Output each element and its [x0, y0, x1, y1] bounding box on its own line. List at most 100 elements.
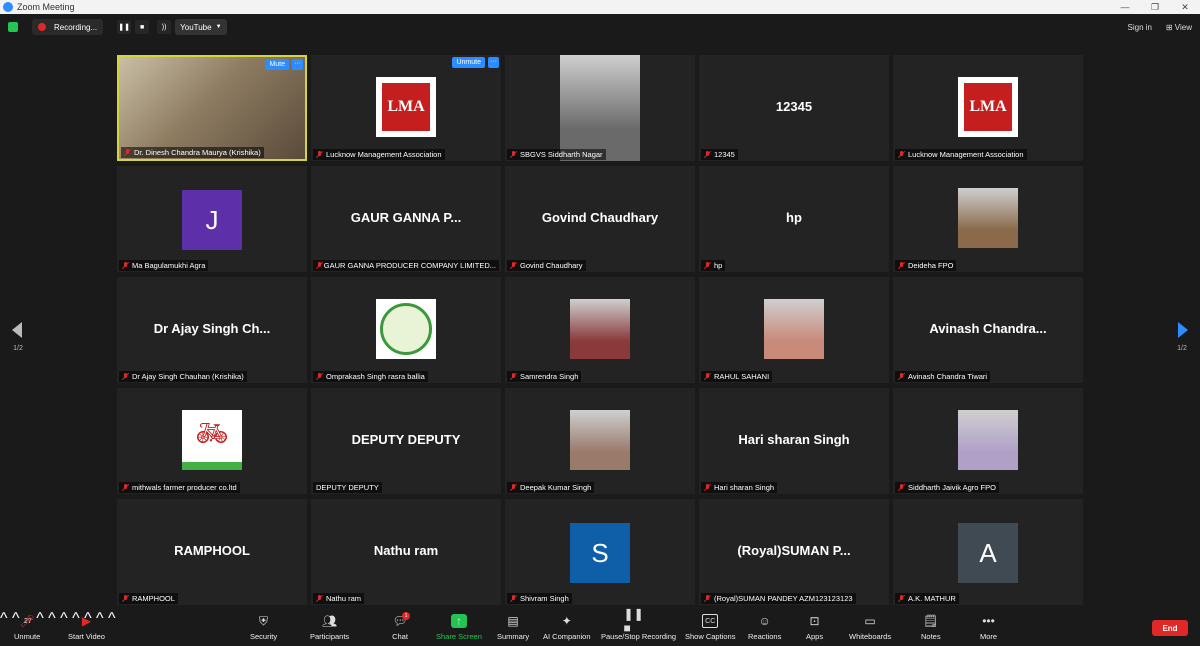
participant-tile[interactable]: LMA Lucknow Management Association	[893, 55, 1083, 161]
participant-tile[interactable]: Siddharth Jaivik Agro FPO	[893, 388, 1083, 494]
minimize-icon[interactable]: —	[1110, 0, 1140, 14]
maximize-icon[interactable]: ❐	[1140, 0, 1170, 14]
apps-button[interactable]: ⊡ Apps	[806, 614, 823, 644]
participant-tile[interactable]: Hari sharan Singh Hari sharan Singh	[699, 388, 889, 494]
participant-tile[interactable]: Deideha FPO	[893, 166, 1083, 272]
participant-name: Shivram Singh	[520, 594, 569, 603]
participant-tile[interactable]: Govind Chaudhary Govind Chaudhary	[505, 166, 695, 272]
participant-more-icon[interactable]: ···	[488, 57, 499, 68]
participant-name-label: 12345	[701, 149, 738, 160]
sign-in-link[interactable]: Sign in	[1128, 23, 1152, 32]
microphone-muted-icon: 🎤︎	[19, 614, 35, 628]
participant-tile[interactable]: RAHUL SAHANI	[699, 277, 889, 383]
chat-chevron-icon[interactable]: ^	[48, 610, 56, 627]
participant-tile[interactable]: 🚲︎ mithwals farmer producer co.ltd	[117, 388, 307, 494]
participant-tile[interactable]: hp hp	[699, 166, 889, 272]
livestream-icon[interactable]: ))	[157, 20, 172, 34]
video-gallery-grid: Mute ··· Dr. Dinesh Chandra Maurya (Krishi…	[117, 55, 1083, 605]
participant-name: Hari sharan Singh	[714, 483, 775, 492]
participant-tile[interactable]: RAMPHOOL RAMPHOOL	[117, 499, 307, 605]
participant-name-label: Shivram Singh	[507, 593, 572, 604]
participant-tile[interactable]: Dr Ajay Singh Ch... Dr Ajay Singh Chauhan…	[117, 277, 307, 383]
participant-tile[interactable]: SBGVS Siddharth Nagar	[505, 55, 695, 161]
window-title: Zoom Meeting	[17, 2, 75, 12]
participant-display-name: Hari sharan Singh	[738, 432, 850, 447]
start-video-button[interactable]: ▶︎ Start Video	[68, 614, 105, 644]
participants-button[interactable]: 👥︎ Participants	[310, 614, 349, 644]
participant-tile[interactable]: Omprakash Singh rasra ballia	[311, 277, 501, 383]
participant-tile[interactable]: (Royal)SUMAN P... (Royal)SUMAN PANDEY AZM…	[699, 499, 889, 605]
participant-tile[interactable]: GAUR GANNA P... GAUR GANNA PRODUCER COMPA…	[311, 166, 501, 272]
view-button[interactable]: ⊞ View	[1166, 23, 1192, 32]
chat-button[interactable]: 💬︎ 1 Chat	[390, 612, 410, 644]
audio-options-chevron-icon[interactable]: ^	[0, 610, 8, 627]
close-icon[interactable]: ✕	[1170, 0, 1200, 14]
pause-stop-recording-button[interactable]: ❚❚ ■ Pause/Stop Recording	[601, 607, 676, 644]
previous-page-icon[interactable]	[12, 322, 22, 338]
participant-more-icon[interactable]: ···	[292, 59, 303, 70]
encryption-shield-icon[interactable]	[8, 22, 18, 32]
meeting-toolbar: 🎤︎ Unmute ^ ▶︎ Start Video ^ ⛨ Security …	[0, 607, 1200, 646]
video-off-icon: ▶︎	[81, 614, 92, 628]
participant-tile[interactable]: A A.K. MATHUR	[893, 499, 1083, 605]
participant-name: Samrendra Singh	[520, 372, 579, 381]
muted-microphone-icon	[898, 483, 905, 492]
participant-tile[interactable]: Deepak Kumar Singh	[505, 388, 695, 494]
notes-chevron-icon[interactable]: ^	[108, 610, 116, 627]
participant-tile[interactable]: Mute ··· Dr. Dinesh Chandra Maurya (Krishi…	[117, 55, 307, 161]
participant-display-name: RAMPHOOL	[174, 543, 250, 558]
participant-tile[interactable]: Nathu ram Nathu ram	[311, 499, 501, 605]
start-video-label: Start Video	[68, 632, 105, 641]
pause-recording-icon[interactable]: ❚❚	[117, 20, 132, 34]
participant-name: GAUR GANNA PRODUCER COMPANY LIMITED...	[323, 261, 496, 270]
participant-tile[interactable]: LMA Unmute ··· Lucknow Management Associati…	[311, 55, 501, 161]
participant-name-label: Dr Ajay Singh Chauhan (Krishika)	[119, 371, 247, 382]
participant-name-label: Samrendra Singh	[507, 371, 582, 382]
muted-microphone-icon	[316, 261, 321, 270]
mute-participant-button[interactable]: Mute	[265, 59, 289, 70]
notes-button[interactable]: 🗒︎ Notes	[921, 614, 941, 644]
profile-picture	[958, 410, 1018, 470]
participant-display-name: (Royal)SUMAN P...	[737, 543, 851, 558]
participant-name-label: hp	[701, 260, 726, 271]
participant-name-label: Lucknow Management Association	[895, 149, 1027, 160]
next-page-icon[interactable]	[1178, 322, 1188, 338]
page-indicator-right: 1/2	[1177, 345, 1187, 352]
participant-tile[interactable]: Samrendra Singh	[505, 277, 695, 383]
reactions-button[interactable]: ☺ Reactions	[748, 614, 781, 644]
participant-name: A.K. MATHUR	[908, 594, 956, 603]
participant-tile[interactable]: J Ma Bagulamukhi Agra	[117, 166, 307, 272]
participant-tile[interactable]: 12345 12345	[699, 55, 889, 161]
participant-display-name: Avinash Chandra...	[929, 321, 1047, 336]
apps-label: Apps	[806, 632, 824, 641]
show-captions-button[interactable]: CC Show Captions	[685, 614, 735, 644]
muted-microphone-icon	[704, 594, 711, 603]
security-button[interactable]: ⛨ Security	[250, 614, 277, 644]
muted-microphone-icon	[510, 483, 517, 492]
whiteboards-button[interactable]: ▭ Whiteboards	[849, 614, 891, 644]
summary-button[interactable]: ▤ Summary	[497, 614, 529, 644]
show-captions-label: Show Captions	[685, 632, 736, 641]
share-chevron-icon[interactable]: ^	[60, 610, 68, 627]
organization-logo: LMA	[958, 77, 1018, 137]
participant-tile[interactable]: S Shivram Singh	[505, 499, 695, 605]
recording-indicator[interactable]: Recording...	[32, 19, 104, 35]
share-screen-button[interactable]: ↑ Share Screen	[436, 614, 482, 644]
whiteboard-icon: ▭	[864, 614, 876, 628]
participant-video	[119, 57, 305, 159]
participant-name: Deepak Kumar Singh	[520, 483, 592, 492]
muted-microphone-icon	[122, 372, 129, 381]
unmute-participant-button[interactable]: Unmute	[452, 57, 485, 68]
participant-tile[interactable]: Avinash Chandra... Avinash Chandra Tiwari	[893, 277, 1083, 383]
participant-name-label: Dr. Dinesh Chandra Maurya (Krishika)	[121, 147, 264, 158]
participant-tile[interactable]: DEPUTY DEPUTY DEPUTY DEPUTY	[311, 388, 501, 494]
ai-companion-button[interactable]: ✦ AI Companion	[543, 614, 591, 644]
end-meeting-button[interactable]: End	[1152, 620, 1188, 636]
stop-recording-icon[interactable]: ■	[135, 20, 150, 34]
more-button[interactable]: ••• More	[980, 614, 997, 644]
unmute-button[interactable]: 🎤︎ Unmute	[14, 614, 40, 644]
participant-name-label: Siddharth Jaivik Agro FPO	[895, 482, 999, 493]
participant-name-label: Avinash Chandra Tiwari	[895, 371, 991, 382]
muted-microphone-icon	[704, 372, 711, 381]
livestream-dropdown[interactable]: YouTube ▼	[175, 19, 227, 35]
